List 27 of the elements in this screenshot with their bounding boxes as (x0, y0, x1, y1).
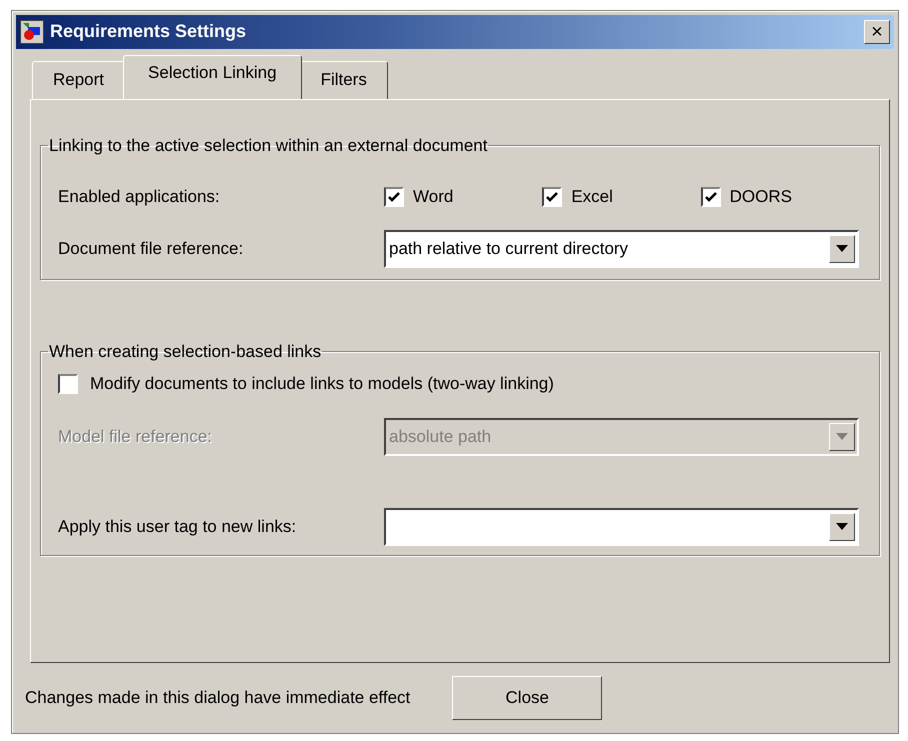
checkbox[interactable] (542, 186, 562, 207)
close-button[interactable]: Close (452, 676, 602, 720)
dropdown[interactable] (384, 508, 859, 546)
checkbox-label: DOORS (730, 186, 792, 207)
field-label: Document file reference: (58, 238, 244, 259)
group-title: When creating selection-based links (48, 342, 322, 362)
tab[interactable]: Filters (300, 60, 388, 99)
checkbox[interactable] (700, 186, 721, 207)
checkmark-icon (704, 190, 718, 204)
group-title: Linking to the active selection within an external document (48, 136, 488, 156)
checkbox[interactable] (384, 186, 404, 207)
checkbox-label: Excel (571, 186, 613, 207)
window-title: Requirements Settings (50, 21, 248, 42)
field-label: Model file reference: (58, 426, 214, 447)
checkmark-icon (545, 190, 560, 204)
dropdown[interactable]: path relative to current directory (384, 230, 859, 268)
checkbox-label: Modify documents to include links to models (two-way linking) (90, 374, 554, 394)
field-label: Enabled applications: (58, 186, 221, 207)
tab[interactable]: Selection Linking (123, 54, 302, 99)
close-button[interactable]: × (864, 20, 890, 44)
tab[interactable]: Report (32, 60, 126, 99)
field-label: Apply this user tag to new links: (58, 516, 298, 537)
checkmark-icon (387, 190, 401, 204)
info-text: Changes made in this dialog have immediate effect (25, 688, 410, 708)
checkbox[interactable] (58, 374, 78, 394)
checkbox-label: Word (413, 186, 454, 207)
app-icon (20, 20, 44, 44)
